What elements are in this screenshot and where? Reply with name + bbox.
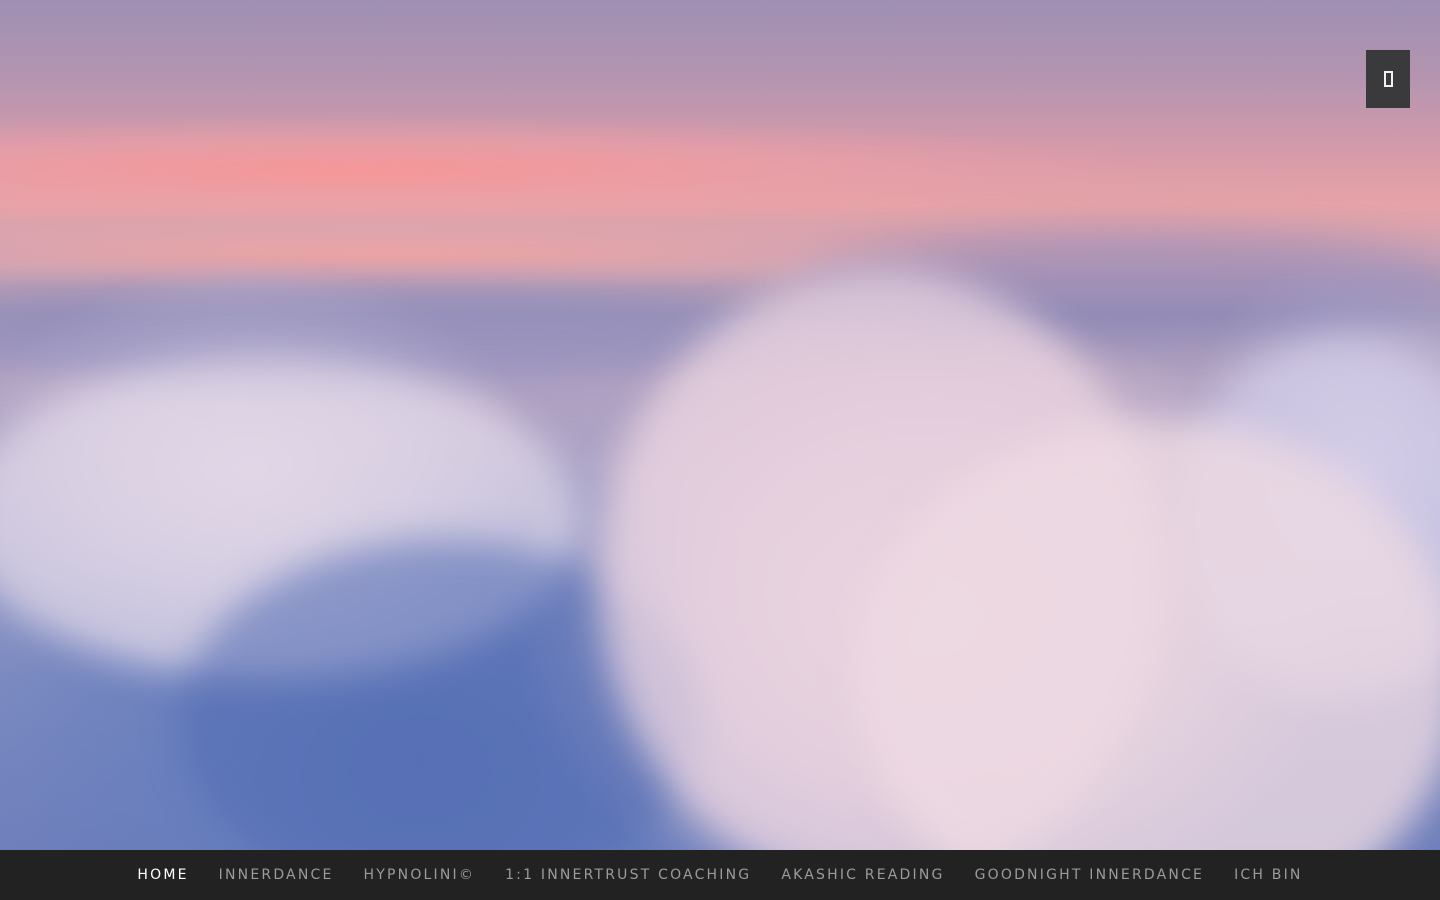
nav-item-innerdance[interactable]: INNERDANCE: [204, 867, 349, 883]
rectangle-icon: [1383, 71, 1393, 87]
hero-background-image: [0, 0, 1440, 850]
main-navigation: HOME INNERDANCE HYPNOLINI© 1:1 INNERTRUS…: [0, 850, 1440, 900]
nav-item-ich-bin[interactable]: ICH BIN: [1219, 867, 1318, 883]
nav-item-akashic-reading[interactable]: AKASHIC READING: [766, 867, 959, 883]
nav-item-hypnolini[interactable]: HYPNOLINI©: [349, 867, 491, 883]
nav-item-innertrust-coaching[interactable]: 1:1 INNERTRUST COACHING: [490, 867, 766, 883]
menu-toggle-button[interactable]: [1366, 50, 1410, 108]
nav-item-goodnight-innerdance[interactable]: GOODNIGHT INNERDANCE: [960, 867, 1220, 883]
nav-item-home[interactable]: HOME: [122, 867, 203, 883]
